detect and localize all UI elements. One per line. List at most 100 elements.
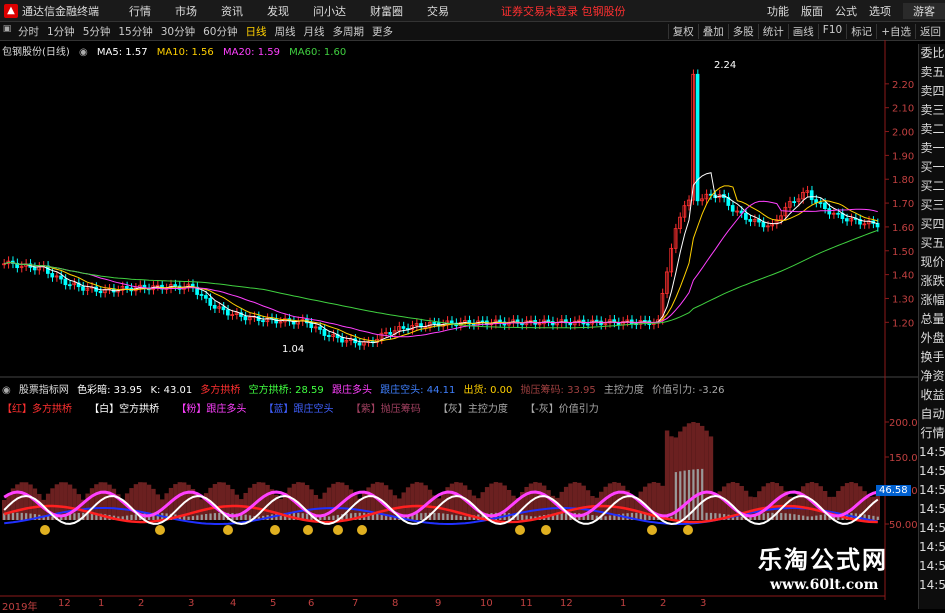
mark-button[interactable]: 标记 [846,23,876,39]
indicator-bar [454,482,459,520]
menu-item-options[interactable]: 选项 [863,3,897,19]
candle-body [221,306,226,311]
sidebar-tick-9[interactable]: 14:5 [919,576,945,595]
tab-30min[interactable]: 30分钟 [157,24,199,39]
indicator-settings-icon[interactable]: ◉ [2,385,11,396]
indicator-value-10: 价值引力: -3.26 [652,385,725,396]
guest-button[interactable]: 游客 [903,2,945,19]
indicator-gray-bar [244,514,247,520]
sidebar-quote-3[interactable]: 卖三 [919,101,945,120]
menu-item-quotes[interactable]: 行情 [117,3,163,19]
sidebar-tick-4[interactable]: 14:5 [919,481,945,500]
sidebar-quote-2[interactable]: 卖四 [919,82,945,101]
restore-rights-button[interactable]: 复权 [667,23,698,39]
tab-multi-period[interactable]: 多周期 [329,24,369,39]
menu-item-discover[interactable]: 发现 [255,3,301,19]
indicator-gray-bar [433,512,436,520]
money-bag-icon [223,525,233,535]
indicator-gray-bar [824,514,827,520]
f10-button[interactable]: F10 [817,23,846,39]
sidebar-quote-0[interactable]: 委比 [919,44,945,63]
sidebar-quote-1[interactable]: 卖五 [919,63,945,82]
indicator-gray-bar [380,514,383,520]
draw-line-button[interactable]: 画线 [787,23,818,39]
menu-item-market[interactable]: 市场 [163,3,209,19]
watermark-url: www.60lt.com [770,577,879,593]
tab-daily[interactable]: 日线 [242,24,271,39]
pin-icon[interactable]: ▣ [0,24,14,38]
sidebar-quote-12[interactable]: 涨跌 [919,272,945,291]
x-tick-0: 2019年 [2,602,38,613]
ma-settings-icon[interactable]: ◉ [79,47,88,58]
sidebar-quote-17[interactable]: 净资 [919,367,945,386]
statistics-button[interactable]: 统计 [757,23,788,39]
menu-item-formula[interactable]: 公式 [829,3,863,19]
indicator-name: 股票指标网 [18,385,69,396]
app-title: 通达信金融终端 [22,4,99,18]
indicator-bar [664,430,670,520]
sidebar-quote-15[interactable]: 外盘 [919,329,945,348]
kline-chart[interactable]: 2.20 2.10 2.00 1.90 1.80 1.70 1.60 1.50 1.40 1.30… [0,40,918,609]
sidebar-tick-5[interactable]: 14:5 [919,500,945,519]
ma-line-2 [4,200,878,338]
sidebar-tick-3[interactable]: 14:5 [919,462,945,481]
menu-item-wealth[interactable]: 财富圈 [358,3,415,19]
candle-body [326,335,331,338]
indicator-gray-bar [793,514,796,520]
tab-monthly[interactable]: 月线 [300,24,329,39]
sidebar-quote-5[interactable]: 卖一 [919,139,945,158]
menu-item-trade[interactable]: 交易 [415,3,461,19]
indicator-y-label-1: 150.0 [889,453,918,464]
menu-item-ask[interactable]: 问小达 [301,3,358,19]
sidebar-quote-14[interactable]: 总量 [919,310,945,329]
candle-body [498,319,502,323]
indicator-bar [533,482,538,520]
tab-5min[interactable]: 5分钟 [79,24,115,39]
tab-15min[interactable]: 15分钟 [114,24,156,39]
indicator-gray-bar [788,513,792,520]
money-bag-icon [515,525,525,535]
sidebar-quote-4[interactable]: 卖二 [919,120,945,139]
indicator-bar [247,487,253,520]
indicator-bar [603,486,608,520]
low-price-label: 1.04 [282,344,305,355]
sidebar-quote-13[interactable]: 涨幅 [919,291,945,310]
back-button[interactable]: 返回 [915,23,945,39]
tab-weekly[interactable]: 周线 [271,24,300,39]
tab-60min[interactable]: 60分钟 [199,24,241,39]
sidebar-quote-11[interactable]: 现价 [919,253,945,272]
x-tick-4: 3 [188,598,195,609]
indicator-area [2,422,880,535]
indicator-bar [537,482,542,520]
tab-1min[interactable]: 1分钟 [43,24,79,39]
sidebar-tick-6[interactable]: 14:5 [919,519,945,538]
sidebar-quote-9[interactable]: 买四 [919,215,945,234]
sidebar-quote-8[interactable]: 买三 [919,196,945,215]
sidebar-tick-7[interactable]: 14:5 [919,538,945,557]
sidebar-tick-8[interactable]: 14:5 [919,557,945,576]
candle-body [81,286,85,291]
sidebar-quote-10[interactable]: 买五 [919,234,945,253]
tab-more[interactable]: 更多 [368,24,397,39]
sidebar-tick-1[interactable]: 行情 [919,424,945,443]
indicator-gray-bar [11,512,15,520]
sidebar-quote-16[interactable]: 换手 [919,348,945,367]
multi-stock-button[interactable]: 多股 [727,23,758,39]
menu-item-function[interactable]: 功能 [761,3,795,19]
sidebar-tick-2[interactable]: 14:5 [919,443,945,462]
indicator-bar [669,436,674,520]
sidebar-tick-0[interactable]: 自动 [919,405,945,424]
y-tick-label-10: 1.20 [892,318,914,329]
candle-body [63,278,68,286]
menu-item-news[interactable]: 资讯 [209,3,255,19]
menu-item-layout[interactable]: 版面 [795,3,829,19]
sidebar-quote-18[interactable]: 收益 [919,386,945,405]
tab-timeshare[interactable]: 分时 [14,24,43,39]
indicator-gray-bar [442,513,445,520]
indicator-bar [805,483,810,520]
sidebar-quote-6[interactable]: 买一 [919,158,945,177]
overlay-button[interactable]: 叠加 [697,23,728,39]
add-watchlist-button[interactable]: +自选 [876,23,915,39]
login-warning[interactable]: 证券交易未登录 包钢股份 [501,3,626,19]
sidebar-quote-7[interactable]: 买二 [919,177,945,196]
